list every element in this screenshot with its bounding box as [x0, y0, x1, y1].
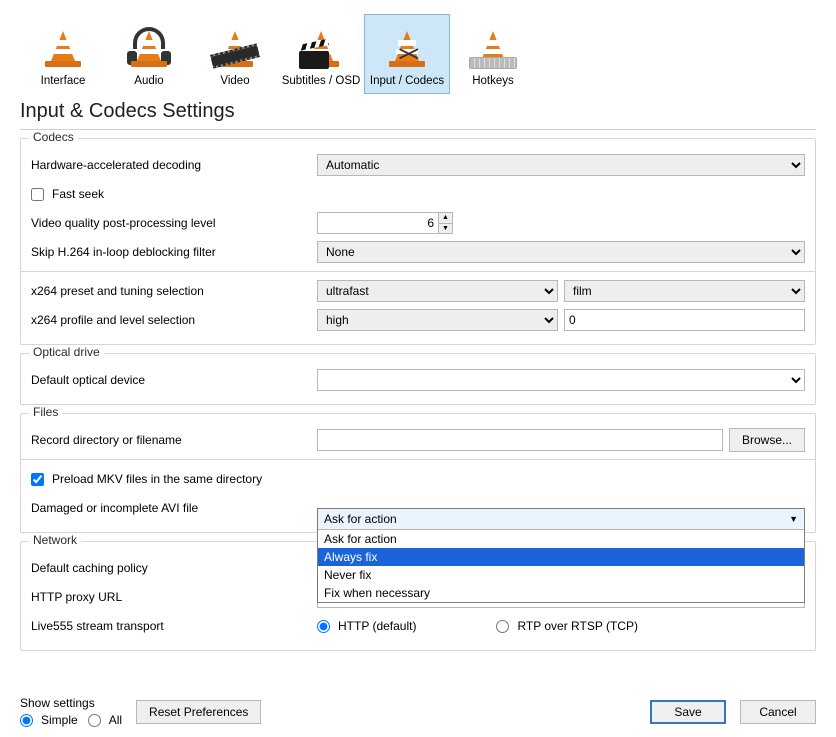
- damaged-avi-option[interactable]: Always fix: [318, 548, 804, 566]
- damaged-avi-value: Ask for action: [324, 512, 397, 526]
- tab-label: Audio: [134, 75, 163, 87]
- damaged-avi-dropdown[interactable]: Ask for action ▼ Ask for actionAlways fi…: [317, 508, 805, 603]
- tab-interface[interactable]: Interface: [20, 14, 106, 94]
- video-quality-spinbox[interactable]: ▲ ▼: [317, 212, 453, 234]
- footer: Show settings Simple All Reset Preferenc…: [20, 696, 816, 727]
- show-settings-label: Show settings: [20, 696, 122, 710]
- fast-seek-label: Fast seek: [52, 187, 104, 201]
- live555-rtp-radio[interactable]: RTP over RTSP (TCP): [496, 619, 637, 633]
- simple-label: Simple: [41, 713, 78, 727]
- tab-subtitles[interactable]: Subtitles / OSD: [278, 14, 364, 94]
- damaged-avi-option[interactable]: Never fix: [318, 566, 804, 584]
- page-title: Input & Codecs Settings: [20, 100, 816, 123]
- chevron-down-icon: ▼: [789, 514, 798, 524]
- show-all-radio[interactable]: All: [88, 713, 122, 727]
- x264-preset-label: x264 preset and tuning selection: [31, 284, 309, 298]
- damaged-avi-label: Damaged or incomplete AVI file: [31, 501, 309, 515]
- reset-preferences-button[interactable]: Reset Preferences: [136, 700, 261, 724]
- fast-seek-checkbox[interactable]: Fast seek: [31, 187, 104, 201]
- live555-rtp-label: RTP over RTSP (TCP): [517, 619, 637, 633]
- group-title: Codecs: [29, 130, 78, 144]
- default-optical-label: Default optical device: [31, 373, 309, 387]
- clapboard-cone-icon: [298, 26, 344, 72]
- tab-audio[interactable]: Audio: [106, 14, 192, 94]
- tab-label: Subtitles / OSD: [282, 75, 361, 87]
- tab-hotkeys[interactable]: Hotkeys: [450, 14, 536, 94]
- group-codecs: Codecs Hardware-accelerated decoding Aut…: [20, 138, 816, 345]
- category-tabs: Interface Audio Video Subtitles / OSD: [20, 14, 816, 94]
- x264-preset-select[interactable]: ultrafast: [317, 280, 558, 302]
- x264-level-input[interactable]: [564, 309, 805, 331]
- tab-label: Interface: [41, 75, 86, 87]
- cone-icon: [40, 26, 86, 72]
- video-quality-input[interactable]: [318, 213, 438, 233]
- x264-profile-label: x264 profile and level selection: [31, 313, 309, 327]
- live555-http-label: HTTP (default): [338, 619, 416, 633]
- show-simple-radio[interactable]: Simple: [20, 713, 78, 727]
- tab-label: Video: [220, 75, 249, 87]
- group-optical: Optical drive Default optical device: [20, 353, 816, 405]
- browse-button[interactable]: Browse...: [729, 428, 805, 452]
- keyboard-cone-icon: [470, 26, 516, 72]
- hw-decoding-select[interactable]: Automatic: [317, 154, 805, 176]
- group-title: Optical drive: [29, 345, 104, 359]
- tab-label: Input / Codecs: [370, 75, 444, 87]
- preload-mkv-label: Preload MKV files in the same directory: [52, 472, 262, 486]
- http-proxy-label: HTTP proxy URL: [31, 590, 309, 604]
- tab-label: Hotkeys: [472, 75, 514, 87]
- x264-profile-select[interactable]: high: [317, 309, 558, 331]
- group-title: Network: [29, 533, 81, 547]
- tab-video[interactable]: Video: [192, 14, 278, 94]
- hw-decoding-label: Hardware-accelerated decoding: [31, 158, 309, 172]
- record-dir-input[interactable]: [317, 429, 723, 451]
- record-dir-label: Record directory or filename: [31, 433, 309, 447]
- cone-tools-icon: [384, 26, 430, 72]
- group-divider: [21, 271, 815, 272]
- skip-deblock-label: Skip H.264 in-loop deblocking filter: [31, 245, 309, 259]
- spin-up-icon[interactable]: ▲: [439, 213, 452, 224]
- damaged-avi-option[interactable]: Fix when necessary: [318, 584, 804, 602]
- spin-down-icon[interactable]: ▼: [439, 224, 452, 234]
- skip-deblock-select[interactable]: None: [317, 241, 805, 263]
- live555-label: Live555 stream transport: [31, 619, 309, 633]
- cancel-button[interactable]: Cancel: [740, 700, 816, 724]
- group-divider: [21, 459, 815, 460]
- group-title: Files: [29, 405, 62, 419]
- film-cone-icon: [212, 26, 258, 72]
- title-divider: [20, 129, 816, 130]
- live555-http-radio[interactable]: HTTP (default): [317, 619, 416, 633]
- default-optical-select[interactable]: [317, 369, 805, 391]
- damaged-avi-option[interactable]: Ask for action: [318, 530, 804, 548]
- x264-tuning-select[interactable]: film: [564, 280, 805, 302]
- damaged-avi-select[interactable]: Ask for action ▼: [318, 509, 804, 530]
- tab-input-codecs[interactable]: Input / Codecs: [364, 14, 450, 94]
- caching-label: Default caching policy: [31, 561, 309, 575]
- preload-mkv-checkbox[interactable]: Preload MKV files in the same directory: [31, 472, 262, 486]
- all-label: All: [109, 713, 122, 727]
- video-quality-label: Video quality post-processing level: [31, 216, 309, 230]
- save-button[interactable]: Save: [650, 700, 726, 724]
- headphones-cone-icon: [126, 26, 172, 72]
